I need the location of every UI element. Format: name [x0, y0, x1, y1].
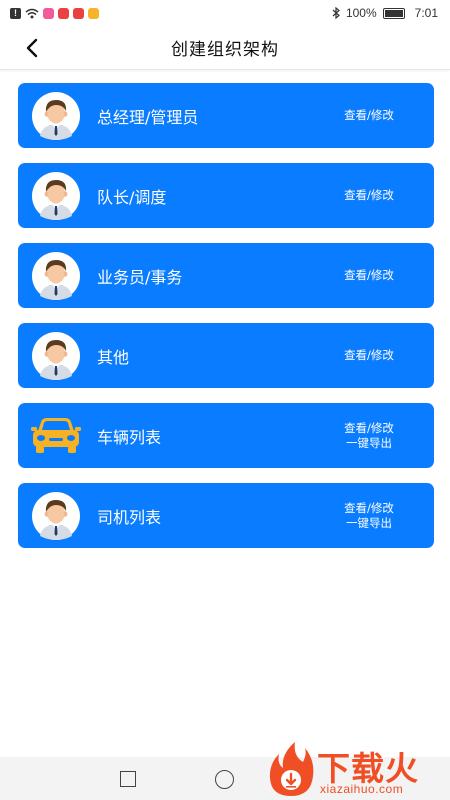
back-button[interactable]: [18, 34, 46, 62]
person-avatar-icon: [29, 491, 83, 540]
battery-percent: 100%: [345, 6, 377, 20]
card-label: 业务员/事务: [97, 267, 183, 287]
card-actions: 查看/修改: [324, 108, 414, 123]
watermark-url: xiazaihuo.com: [320, 782, 404, 796]
card-actions: 查看/修改: [324, 348, 414, 363]
card-actions: 查看/修改: [324, 268, 414, 283]
person-avatar-icon: [29, 91, 83, 140]
org-structure-list: 总经理/管理员 查看/修改 队长/调度 查看/修改 业务员/事务 查看/修改 其…: [18, 83, 434, 563]
wifi-icon: [25, 8, 39, 18]
car-icon: [29, 412, 83, 460]
app-notification-icon: [73, 7, 84, 19]
flame-logo-icon: [269, 742, 314, 796]
status-bar: ! 100% 7:01: [0, 0, 450, 26]
home-button[interactable]: [215, 770, 234, 789]
card-label: 队长/调度: [97, 187, 167, 207]
view-edit-link[interactable]: 查看/修改: [344, 108, 394, 123]
view-edit-link[interactable]: 查看/修改: [344, 421, 394, 436]
app-notification-icon: [88, 7, 99, 19]
view-edit-link[interactable]: 查看/修改: [344, 268, 394, 283]
view-edit-link[interactable]: 查看/修改: [344, 348, 394, 363]
card-actions: 查看/修改: [324, 188, 414, 203]
app-notification-icon: [43, 7, 54, 19]
chevron-left-icon: [26, 38, 38, 58]
recent-apps-button[interactable]: [120, 771, 136, 787]
card-label: 司机列表: [97, 507, 162, 527]
status-right: 100% 7:01: [332, 6, 438, 20]
card-label: 车辆列表: [97, 427, 162, 447]
card-vehicle-list[interactable]: 车辆列表 查看/修改 一键导出: [18, 403, 434, 468]
card-label: 其他: [97, 347, 130, 367]
alert-icon: !: [10, 7, 21, 19]
card-salesperson-affairs[interactable]: 业务员/事务 查看/修改: [18, 243, 434, 308]
person-avatar-icon: [29, 251, 83, 300]
watermark-logo: 下载火 xiazaihuo.com: [265, 740, 450, 800]
person-avatar-icon: [29, 171, 83, 220]
export-link[interactable]: 一键导出: [346, 436, 392, 451]
card-general-manager[interactable]: 总经理/管理员 查看/修改: [18, 83, 434, 148]
person-avatar-icon: [29, 331, 83, 380]
app-header: 创建组织架构: [0, 26, 450, 70]
view-edit-link[interactable]: 查看/修改: [344, 501, 394, 516]
status-left-icons: !: [10, 7, 99, 19]
clock: 7:01: [414, 6, 438, 20]
card-actions: 查看/修改 一键导出: [324, 501, 414, 531]
app-notification-icon: [58, 7, 69, 19]
export-link[interactable]: 一键导出: [346, 516, 392, 531]
page-title: 创建组织架构: [171, 40, 279, 60]
bluetooth-icon: [332, 7, 340, 19]
battery-icon: [382, 7, 405, 19]
card-captain-dispatch[interactable]: 队长/调度 查看/修改: [18, 163, 434, 228]
card-label: 总经理/管理员: [97, 107, 199, 127]
card-other[interactable]: 其他 查看/修改: [18, 323, 434, 388]
card-actions: 查看/修改 一键导出: [324, 421, 414, 451]
card-driver-list[interactable]: 司机列表 查看/修改 一键导出: [18, 483, 434, 548]
view-edit-link[interactable]: 查看/修改: [344, 188, 394, 203]
